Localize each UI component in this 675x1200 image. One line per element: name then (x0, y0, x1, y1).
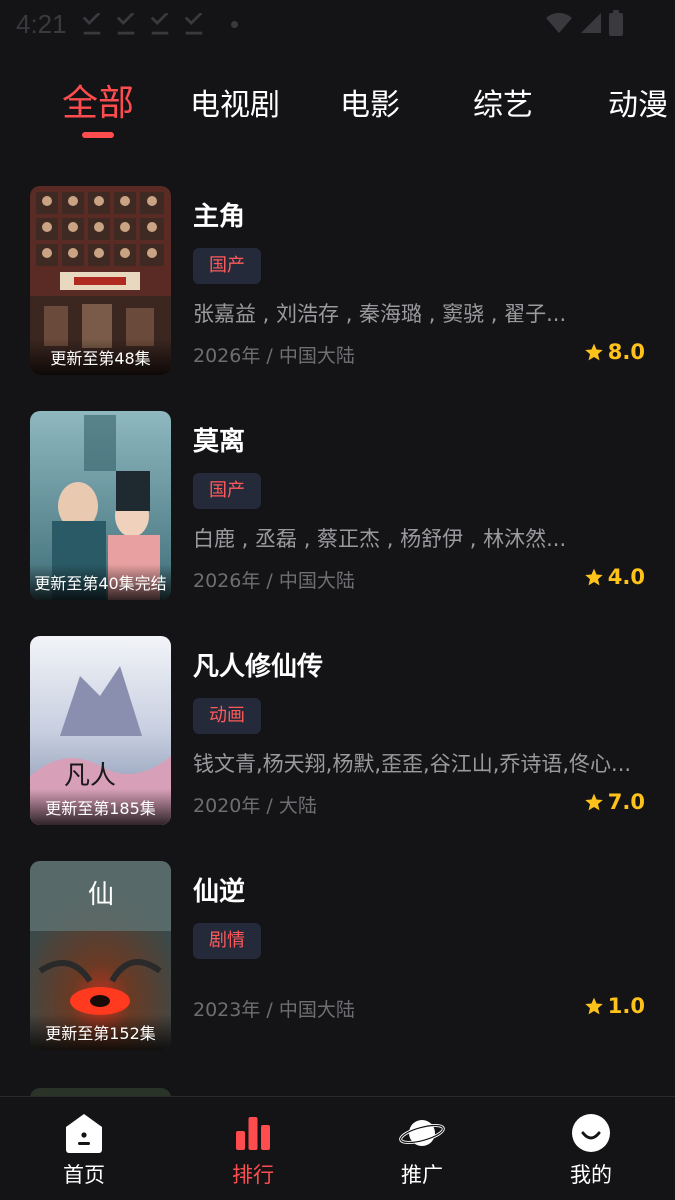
tab-all[interactable]: 全部 (62, 74, 134, 126)
genre-tag: 剧情 (193, 923, 261, 959)
rating: 7.0 (584, 790, 645, 814)
year-region: 2023年 / 中国大陆 (193, 999, 355, 1021)
star-icon (585, 793, 603, 811)
list-item[interactable]: 更新至第40集完结 莫离 国产 白鹿 , 丞磊 , 蔡正杰 , 杨舒伊 , 林沐… (0, 411, 675, 601)
rating: 4.0 (584, 565, 645, 589)
check-download-icon (116, 13, 134, 35)
status-time: 4:21 (16, 8, 67, 39)
notification-icons (81, 13, 238, 35)
item-title[interactable]: 仙逆 (193, 871, 245, 908)
update-status: 更新至第152集 (30, 1014, 171, 1050)
nav-home[interactable]: 首页 (24, 1113, 144, 1189)
wifi-icon (546, 12, 572, 33)
list-item[interactable]: 仙 更新至第152集 仙逆 剧情 2023年 / 中国大陆 1.0 (0, 861, 675, 1051)
list-item[interactable]: 凡人 更新至第185集 凡人修仙传 动画 钱文青,杨天翔,杨默,歪歪,谷江山,乔… (0, 636, 675, 826)
star-icon (585, 343, 603, 361)
update-status: 更新至第40集完结 (30, 564, 171, 600)
nav-promotion[interactable]: 推广 (362, 1113, 482, 1189)
rating-value: 8.0 (607, 340, 645, 364)
item-title[interactable]: 凡人修仙传 (193, 646, 323, 683)
rating: 1.0 (584, 994, 645, 1018)
update-status: 更新至第185集 (30, 789, 171, 825)
category-tabs: 全部 电视剧 电影 综艺 动漫 (0, 70, 675, 150)
tab-movies[interactable]: 电影 (340, 80, 400, 124)
cast-list: 白鹿 , 丞磊 , 蔡正杰 , 杨舒伊 , 林沐然... (193, 527, 567, 551)
genre-tag: 国产 (193, 473, 261, 509)
rating: 8.0 (584, 340, 645, 364)
check-download-icon (82, 13, 100, 35)
nav-profile-label: 我的 (570, 1163, 612, 1187)
nav-home-label: 首页 (63, 1163, 105, 1187)
poster-image[interactable]: 凡人 更新至第185集 (30, 636, 171, 825)
status-bar: 4:21 (0, 0, 675, 48)
cast-list: 钱文青,杨天翔,杨默,歪歪,谷江山,乔诗语,佟心... (193, 752, 632, 776)
rating-value: 4.0 (607, 565, 645, 589)
planet-icon (399, 1120, 445, 1146)
rating-value: 7.0 (607, 790, 645, 814)
cast-list: 张嘉益 , 刘浩存 , 秦海璐 , 窦骁 , 翟子... (193, 302, 567, 326)
star-icon (585, 568, 603, 586)
check-download-icon (184, 13, 202, 35)
year-region: 2020年 / 大陆 (193, 795, 317, 817)
poster-image[interactable]: 仙 更新至第152集 (30, 861, 171, 1050)
system-status-icons (545, 10, 623, 36)
signal-icon (581, 13, 601, 33)
tab-anime[interactable]: 动漫 (608, 80, 668, 124)
genre-tag: 国产 (193, 248, 261, 284)
active-tab-indicator (82, 132, 114, 138)
year-region: 2026年 / 中国大陆 (193, 570, 355, 592)
nav-promotion-label: 推广 (401, 1163, 443, 1187)
update-status: 更新至第48集 (30, 339, 171, 375)
rating-value: 1.0 (607, 994, 645, 1018)
check-download-icon (150, 13, 168, 35)
list-item[interactable]: 更新至第48集 主角 国产 张嘉益 , 刘浩存 , 秦海璐 , 窦骁 , 翟子.… (0, 186, 675, 376)
tab-variety[interactable]: 综艺 (473, 80, 533, 124)
svg-text:仙: 仙 (88, 880, 114, 910)
item-title[interactable]: 莫离 (193, 421, 245, 458)
tab-tv-series[interactable]: 电视剧 (190, 80, 280, 124)
poster-image[interactable]: 更新至第40集完结 (30, 411, 171, 600)
nav-profile[interactable]: 我的 (531, 1113, 651, 1189)
profile-icon (572, 1114, 610, 1152)
item-title[interactable]: 主角 (193, 196, 245, 233)
nav-ranking-label: 排行 (232, 1163, 274, 1187)
home-icon (66, 1114, 102, 1153)
more-notifications-dot (230, 20, 238, 28)
bottom-navigation: 首页 排行 推广 我的 (0, 1096, 675, 1200)
ranking-icon (236, 1117, 270, 1150)
battery-icon (609, 10, 623, 36)
svg-text:凡人: 凡人 (64, 761, 116, 791)
genre-tag: 动画 (193, 698, 261, 734)
year-region: 2026年 / 中国大陆 (193, 345, 355, 367)
star-icon (585, 997, 603, 1015)
nav-ranking[interactable]: 排行 (193, 1113, 313, 1189)
poster-image[interactable]: 更新至第48集 (30, 186, 171, 375)
